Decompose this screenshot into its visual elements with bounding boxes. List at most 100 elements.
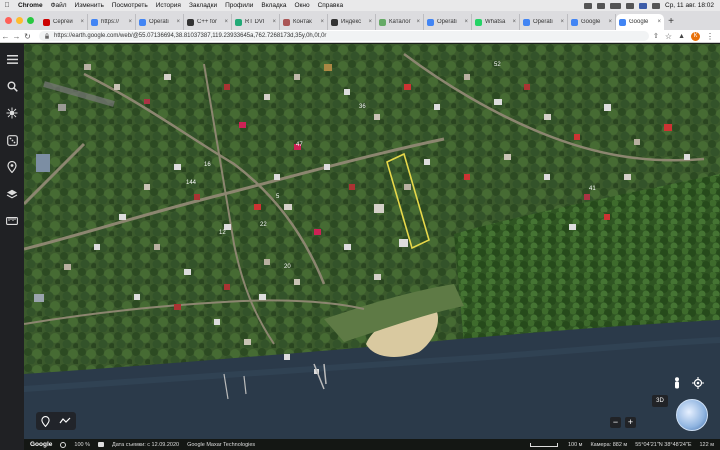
browser-tab[interactable]: https:// ×	[88, 14, 136, 30]
measure-ruler-icon[interactable]	[5, 214, 19, 228]
close-window-button[interactable]	[5, 17, 12, 24]
attribution[interactable]: Google Maxar Technologies	[187, 442, 255, 448]
browser-tab[interactable]: Google ×	[568, 14, 616, 30]
close-tab-icon[interactable]: ×	[368, 19, 372, 25]
status-bar: Google 100 % Дата съемки: с 12.09.2020 G…	[24, 439, 720, 450]
close-tab-icon[interactable]: ×	[657, 19, 661, 25]
screen:  Chrome Файл Изменить Посмотреть Истори…	[0, 0, 720, 450]
my-location-icon[interactable]	[692, 376, 704, 389]
tab-title: Индекс	[341, 19, 362, 25]
close-tab-icon[interactable]: ×	[560, 19, 564, 25]
tab-title: Каталог	[389, 19, 411, 25]
close-tab-icon[interactable]: ×	[416, 19, 420, 25]
browser-tab[interactable]: C++ for ×	[184, 14, 232, 30]
map-label: 36	[359, 104, 366, 110]
path-measure-icon[interactable]	[59, 417, 71, 425]
menubar-clock[interactable]: Ср, 11 авг. 18:02	[665, 2, 714, 9]
close-tab-icon[interactable]: ×	[224, 19, 228, 25]
zoom-out-button[interactable]: −	[610, 417, 621, 428]
map-layers-toggle[interactable]	[36, 412, 76, 430]
menu-kebab-icon[interactable]: ⋮	[706, 32, 714, 41]
tab-favicon-icon	[331, 18, 338, 26]
google-logo: Google	[30, 441, 53, 448]
voyager-icon[interactable]	[5, 106, 19, 120]
tab-title: Operati	[149, 19, 169, 25]
zoom-window-button[interactable]	[27, 17, 34, 24]
tab-title: Google	[629, 19, 649, 25]
menu-file[interactable]: Файл	[47, 2, 71, 9]
browser-tab[interactable]: Operati ×	[424, 14, 472, 30]
map-label: 12	[219, 230, 226, 236]
toolbar: ← → ↻ https://earth.google.com/web/@55.0…	[0, 30, 720, 43]
menu-profiles[interactable]: Профили	[221, 2, 257, 9]
hamburger-menu-icon[interactable]	[5, 52, 19, 66]
browser-tab[interactable]: Google ×	[616, 14, 664, 30]
toggle-3d-button[interactable]: 3D	[652, 395, 668, 407]
status-icon[interactable]	[597, 2, 605, 9]
zoom-in-button[interactable]: +	[625, 417, 636, 428]
projects-pin-icon[interactable]	[5, 160, 19, 174]
ground-elevation: 122 м	[699, 441, 715, 448]
reload-button[interactable]: ↻	[22, 32, 33, 41]
apple-menu-icon[interactable]: 	[0, 2, 14, 9]
close-tab-icon[interactable]: ×	[464, 19, 468, 25]
tab-favicon-icon	[187, 18, 194, 26]
browser-tab[interactable]: RT DVI ×	[232, 14, 280, 30]
tab-favicon-icon	[91, 18, 98, 26]
menu-app-name[interactable]: Chrome	[14, 2, 47, 9]
search-icon[interactable]	[5, 79, 19, 93]
flag-icon[interactable]	[639, 2, 647, 9]
share-icon[interactable]: ⇧	[653, 32, 659, 40]
close-tab-icon[interactable]: ×	[512, 19, 516, 25]
forward-button[interactable]: →	[11, 32, 22, 41]
search-icon[interactable]	[652, 2, 660, 9]
menu-help[interactable]: Справка	[314, 2, 348, 9]
menu-edit[interactable]: Изменить	[71, 2, 108, 9]
menu-view[interactable]: Посмотреть	[108, 2, 152, 9]
pegman-icon[interactable]	[672, 376, 682, 389]
menubar-status-area: Ср, 11 авг. 18:02	[584, 2, 720, 9]
bookmark-star-icon[interactable]: ☆	[665, 32, 672, 41]
close-tab-icon[interactable]: ×	[176, 19, 180, 25]
globe-compass-icon[interactable]	[676, 399, 708, 431]
zoom-percent: 100 %	[74, 441, 90, 448]
zoom-controls: − +	[610, 417, 636, 428]
satellite-imagery[interactable]	[24, 44, 720, 439]
status-icon[interactable]	[584, 2, 592, 9]
back-button[interactable]: ←	[0, 32, 11, 41]
close-tab-icon[interactable]: ×	[608, 19, 612, 25]
close-tab-icon[interactable]: ×	[128, 19, 132, 25]
profile-avatar[interactable]: К	[691, 31, 700, 41]
earth-sidebar	[0, 44, 24, 450]
tab-title: C++ for	[197, 19, 218, 25]
browser-tab[interactable]: Operati ×	[136, 14, 184, 30]
new-tab-button[interactable]: +	[664, 14, 678, 30]
camera-altitude: Камера: 882 м	[590, 441, 628, 448]
loading-ring-icon	[60, 441, 67, 448]
minimize-window-button[interactable]	[16, 17, 23, 24]
feeling-lucky-dice-icon[interactable]	[5, 133, 19, 147]
extensions-icon[interactable]: ▲	[678, 33, 685, 40]
battery-icon[interactable]	[610, 2, 621, 9]
location-pin-icon[interactable]	[41, 415, 50, 427]
address-bar[interactable]: https://earth.google.com/web/@55.0713669…	[39, 31, 649, 41]
toolbar-actions: ⇧ ☆ ▲ К ⋮	[653, 31, 720, 41]
menu-bookmarks[interactable]: Закладки	[185, 2, 221, 9]
menu-history[interactable]: История	[152, 2, 185, 9]
browser-tab[interactable]: Сергей ×	[40, 14, 88, 30]
menu-tab[interactable]: Вкладка	[257, 2, 290, 9]
browser-tab[interactable]: Индекс ×	[328, 14, 376, 30]
browser-tab[interactable]: Контак ×	[280, 14, 328, 30]
close-tab-icon[interactable]: ×	[320, 19, 324, 25]
satellite-map[interactable]: 52 36 41 47 144 12 5 16 22 20	[24, 44, 720, 439]
wifi-icon[interactable]	[626, 2, 634, 9]
tab-favicon-icon	[283, 18, 290, 26]
menu-window[interactable]: Окно	[290, 2, 313, 9]
browser-tab[interactable]: Operati ×	[520, 14, 568, 30]
browser-tab[interactable]: Каталог ×	[376, 14, 424, 30]
close-tab-icon[interactable]: ×	[80, 19, 84, 25]
url-text: https://earth.google.com/web/@55.0713669…	[54, 33, 327, 39]
browser-tab[interactable]: Whatsa ×	[472, 14, 520, 30]
map-style-layers-icon[interactable]	[5, 187, 19, 201]
close-tab-icon[interactable]: ×	[272, 19, 276, 25]
